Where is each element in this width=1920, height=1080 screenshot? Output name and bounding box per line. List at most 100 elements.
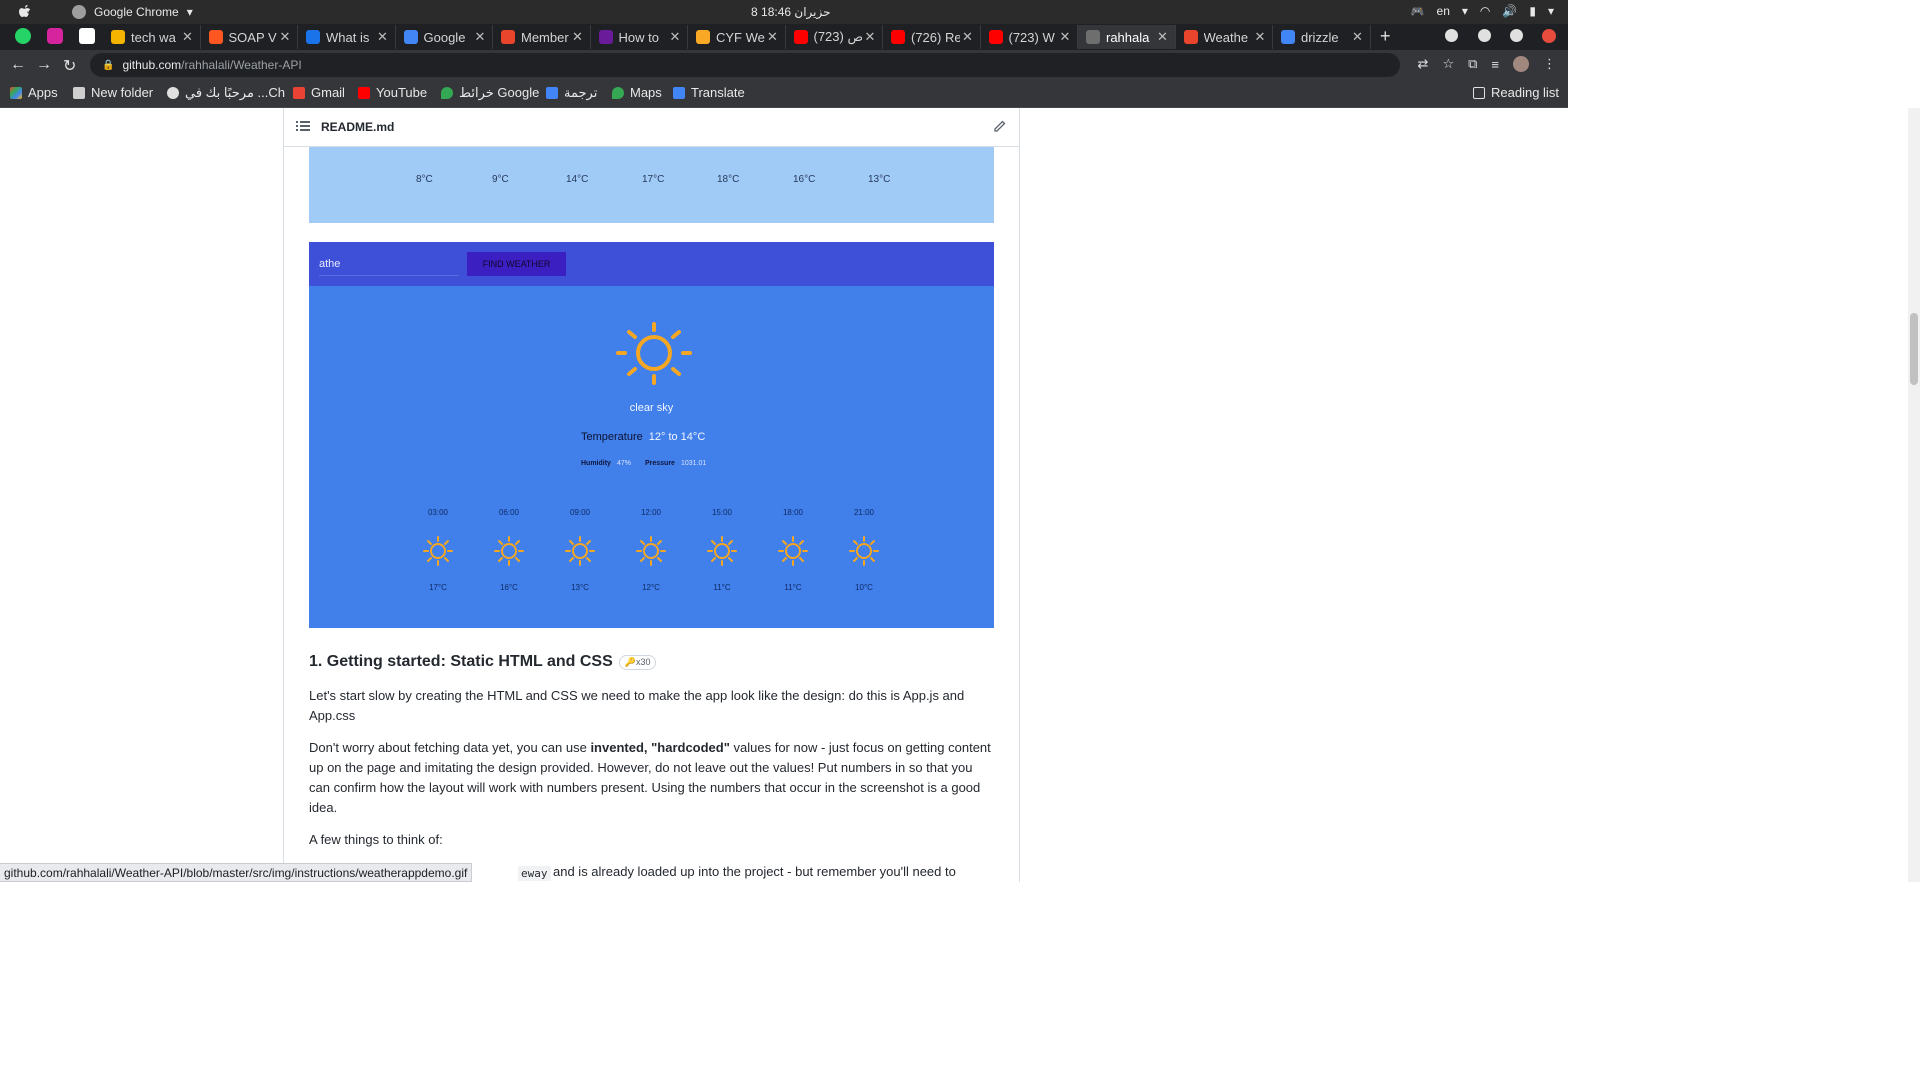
tab-close-icon[interactable]: ✕ bbox=[862, 29, 878, 45]
bookmark-translate[interactable]: Translate bbox=[673, 85, 745, 100]
browser-tab[interactable]: Weathe ✕ bbox=[1176, 25, 1273, 49]
chevron-down-icon: ▾ bbox=[1461, 4, 1468, 18]
table-of-contents-icon[interactable] bbox=[296, 120, 310, 132]
discord-icon[interactable]: 🎮 bbox=[1411, 5, 1425, 18]
tab-close-icon[interactable]: ✕ bbox=[180, 29, 196, 45]
edit-pencil-icon[interactable] bbox=[993, 119, 1007, 133]
active-app-menu[interactable]: Google Chrome ▾ bbox=[72, 5, 193, 19]
scrollbar-thumb[interactable] bbox=[1910, 313, 1918, 385]
tab-close-icon[interactable]: ✕ bbox=[1350, 29, 1366, 45]
page-scrollbar[interactable] bbox=[1908, 108, 1920, 882]
tab-close-icon[interactable]: ✕ bbox=[277, 29, 293, 45]
city-search-input[interactable]: athe bbox=[319, 252, 459, 276]
forward-arrow-icon[interactable]: → bbox=[36, 56, 52, 74]
minimize-window-button[interactable] bbox=[1478, 29, 1491, 42]
bookmark-new-folder[interactable]: New folder bbox=[73, 85, 153, 100]
volume-icon[interactable]: 🔊 bbox=[1502, 4, 1517, 18]
tab-search-icon[interactable] bbox=[1445, 29, 1458, 42]
translate-page-icon[interactable]: ⇄ bbox=[1418, 56, 1429, 72]
language-indicator[interactable]: en bbox=[1437, 4, 1450, 18]
hour-label: 21:00 bbox=[853, 508, 875, 517]
browser-tab[interactable]: What is ✕ bbox=[298, 25, 396, 49]
tab-close-icon[interactable]: ✕ bbox=[1155, 29, 1171, 45]
power-menu-icon[interactable]: ▾ bbox=[1548, 4, 1554, 18]
browser-tab[interactable]: rahhala ✕ bbox=[1078, 25, 1176, 49]
paragraph-hardcoded: Don't worry about fetching data yet, you… bbox=[309, 738, 994, 818]
temperature-label: Temperature bbox=[581, 431, 643, 443]
reload-icon[interactable]: ↻ bbox=[63, 56, 76, 76]
tab-close-icon[interactable]: ✕ bbox=[667, 29, 683, 45]
browser-tab[interactable]: How to ✕ bbox=[591, 25, 688, 49]
battery-icon[interactable]: ▮ bbox=[1529, 4, 1536, 18]
tab-strip: tech wa ✕ SOAP V ✕ What is ✕ Google ✕ Member ✕ How… bbox=[0, 24, 1568, 50]
browser-tab[interactable]: Member ✕ bbox=[493, 25, 591, 49]
hour-temp: 11°C bbox=[713, 583, 731, 592]
section-heading: 1. Getting started: Static HTML and CSS 🔑… bbox=[309, 653, 994, 671]
paragraph-bold-text: invented, "hardcoded" bbox=[590, 740, 730, 755]
bookmark-gmail[interactable]: Gmail bbox=[293, 85, 345, 100]
bookmark-apps[interactable]: Apps bbox=[10, 85, 58, 100]
hourly-sun-icon bbox=[636, 536, 666, 566]
temperature-line: Temperature 12° to 14°C bbox=[581, 431, 705, 443]
link-status-bar: github.com/rahhalali/Weather-API/blob/ma… bbox=[0, 863, 473, 882]
back-arrow-icon[interactable]: ← bbox=[10, 56, 26, 74]
hour-temp: 16°C bbox=[500, 583, 518, 592]
reading-list-button[interactable]: Reading list bbox=[1473, 85, 1559, 100]
bookmark-maps[interactable]: Maps bbox=[612, 85, 662, 100]
pinned-tab-whatsapp-icon[interactable] bbox=[15, 28, 31, 44]
demo-gif-weather-app[interactable]: athe FIND WEATHER clear sky Temperature 1… bbox=[309, 242, 994, 628]
bookmark-translate-ar[interactable]: ترجمة bbox=[546, 85, 597, 101]
browser-tab[interactable]: (726) Re ✕ bbox=[883, 25, 981, 49]
hour-label: 03:00 bbox=[427, 508, 449, 517]
browser-tab[interactable]: drizzle ✕ bbox=[1273, 25, 1371, 49]
pinned-tab-trello-icon[interactable] bbox=[79, 28, 95, 44]
tab-close-icon[interactable]: ✕ bbox=[960, 29, 976, 45]
forecast-temp: 18°C bbox=[717, 174, 740, 185]
new-tab-button[interactable]: + bbox=[1380, 26, 1391, 47]
wifi-icon[interactable]: ◠ bbox=[1480, 4, 1490, 18]
browser-tab[interactable]: tech wa ✕ bbox=[103, 25, 201, 49]
browser-tab[interactable]: (723) W ✕ bbox=[981, 25, 1078, 49]
bookmark-google-maps-ar[interactable]: خرائط Google bbox=[441, 85, 539, 101]
address-bar[interactable]: 🔒 github.com/rahhalali/Weather-API bbox=[90, 53, 1400, 77]
apple-icon[interactable] bbox=[18, 4, 32, 20]
pinned-tab-instagram-icon[interactable] bbox=[47, 28, 63, 44]
tab-close-icon[interactable]: ✕ bbox=[1252, 29, 1268, 45]
browser-tab[interactable]: Google ✕ bbox=[396, 25, 493, 49]
section-getting-started: 1. Getting started: Static HTML and CSS 🔑… bbox=[309, 653, 994, 671]
extensions-puzzle-icon[interactable]: ⧉ bbox=[1468, 56, 1477, 72]
maximize-window-button[interactable] bbox=[1510, 29, 1523, 42]
lock-icon[interactable]: 🔒 bbox=[102, 60, 114, 71]
demo-gif-forecast-strip[interactable]: 8°C 9°C 14°C 17°C 18°C 16°C 13°C bbox=[309, 147, 994, 223]
media-control-icon[interactable]: ≡ bbox=[1491, 57, 1499, 72]
find-weather-button[interactable]: FIND WEATHER bbox=[467, 252, 566, 276]
bookmark-welcome[interactable]: مرحبًا بك في ...Ch bbox=[167, 85, 285, 101]
bookmark-label: Apps bbox=[28, 85, 58, 100]
profile-avatar[interactable] bbox=[1513, 56, 1529, 72]
browser-tab[interactable]: (723) اص✕ bbox=[786, 25, 883, 49]
tab-title: Google bbox=[423, 29, 466, 45]
paragraph-tail-text: and is already loaded up into the projec… bbox=[553, 864, 956, 879]
bookmark-youtube[interactable]: YouTube bbox=[358, 85, 427, 100]
hourly-sun-icon bbox=[565, 536, 595, 566]
tab-close-icon[interactable]: ✕ bbox=[765, 29, 781, 45]
close-window-button[interactable] bbox=[1542, 29, 1556, 43]
tab-close-icon[interactable]: ✕ bbox=[375, 29, 391, 45]
tab-favicon-icon bbox=[793, 30, 808, 44]
humidity-pressure-line: Humidity 47% Pressure 1031.01 bbox=[581, 460, 714, 467]
paragraph-intro: Let's start slow by creating the HTML an… bbox=[309, 688, 965, 723]
tab-close-icon[interactable]: ✕ bbox=[570, 29, 586, 45]
tab-close-icon[interactable]: ✕ bbox=[472, 29, 488, 45]
paragraph-text: Don't worry about fetching data yet, you… bbox=[309, 740, 591, 755]
bookmark-star-icon[interactable]: ☆ bbox=[1442, 56, 1454, 72]
browser-tab[interactable]: SOAP V ✕ bbox=[201, 25, 298, 49]
tab-close-icon[interactable]: ✕ bbox=[1057, 29, 1073, 45]
system-clock[interactable]: 8 حزيران 18:46 bbox=[751, 5, 831, 19]
tab-title: rahhala bbox=[1106, 29, 1150, 45]
hour-label: 09:00 bbox=[569, 508, 591, 517]
youtube-icon bbox=[358, 86, 370, 99]
browser-tab[interactable]: CYF We ✕ bbox=[688, 25, 786, 49]
tab-favicon-icon bbox=[208, 30, 223, 44]
kebab-menu-icon[interactable]: ⋮ bbox=[1543, 56, 1556, 72]
hour-label: 18:00 bbox=[782, 508, 804, 517]
